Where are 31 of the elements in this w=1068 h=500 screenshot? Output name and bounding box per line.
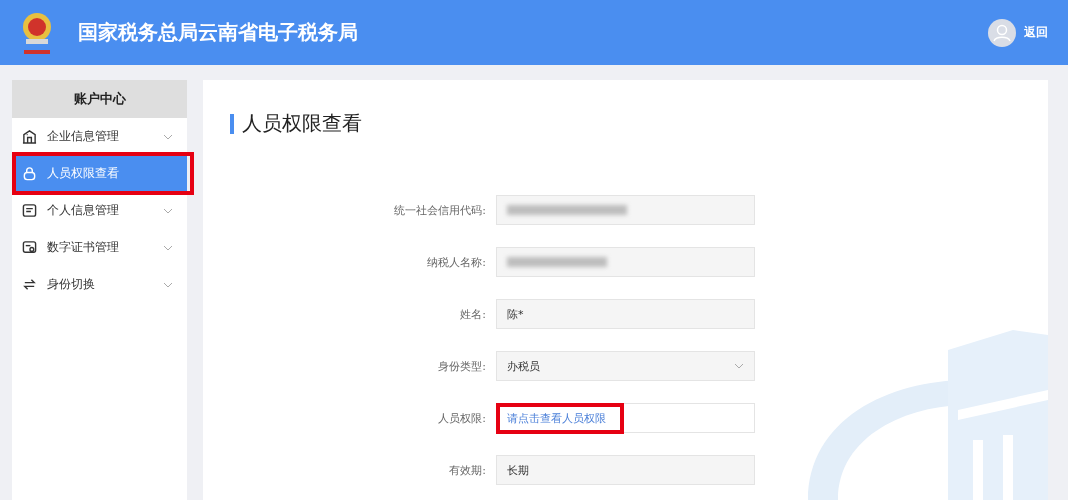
building-icon	[22, 129, 37, 144]
select-field[interactable]: 办税员	[496, 351, 755, 381]
certificate-icon	[22, 240, 37, 255]
chevron-down-icon	[163, 133, 173, 140]
card-icon	[22, 203, 37, 218]
text-field[interactable]	[496, 247, 755, 277]
chevron-down-icon	[163, 281, 173, 288]
chevron-down-icon	[734, 363, 744, 369]
title-accent-bar	[230, 113, 234, 134]
lock-icon	[22, 166, 37, 181]
chevron-down-icon	[163, 244, 173, 251]
sidebar-item[interactable]: 个人信息管理	[12, 192, 187, 229]
chevron-down-icon	[163, 207, 173, 214]
avatar-icon[interactable]	[988, 18, 1016, 47]
text-field[interactable]	[496, 195, 755, 225]
sidebar-item[interactable]: 数字证书管理	[12, 229, 187, 266]
field-label: 姓名:	[459, 306, 486, 322]
sidebar-item[interactable]: 身份切换	[12, 266, 187, 303]
text-field[interactable]: 长期	[496, 455, 755, 485]
field-label: 身份类型:	[437, 358, 486, 374]
sidebar-title: 账户中心	[12, 80, 187, 118]
switch-icon	[22, 277, 37, 292]
text-field[interactable]: 陈*	[496, 299, 755, 329]
page-title: 人员权限查看	[242, 110, 362, 137]
view-permissions-link[interactable]: 请点击查看人员权限	[507, 410, 606, 426]
sidebar-item[interactable]: 企业信息管理	[12, 118, 187, 155]
field-label: 统一社会信用代码:	[393, 202, 486, 218]
field-label: 有效期:	[448, 462, 486, 478]
field-label: 纳税人名称:	[426, 254, 486, 270]
site-title: 国家税务总局云南省电子税务局	[78, 19, 359, 46]
field-label: 人员权限:	[437, 410, 486, 426]
